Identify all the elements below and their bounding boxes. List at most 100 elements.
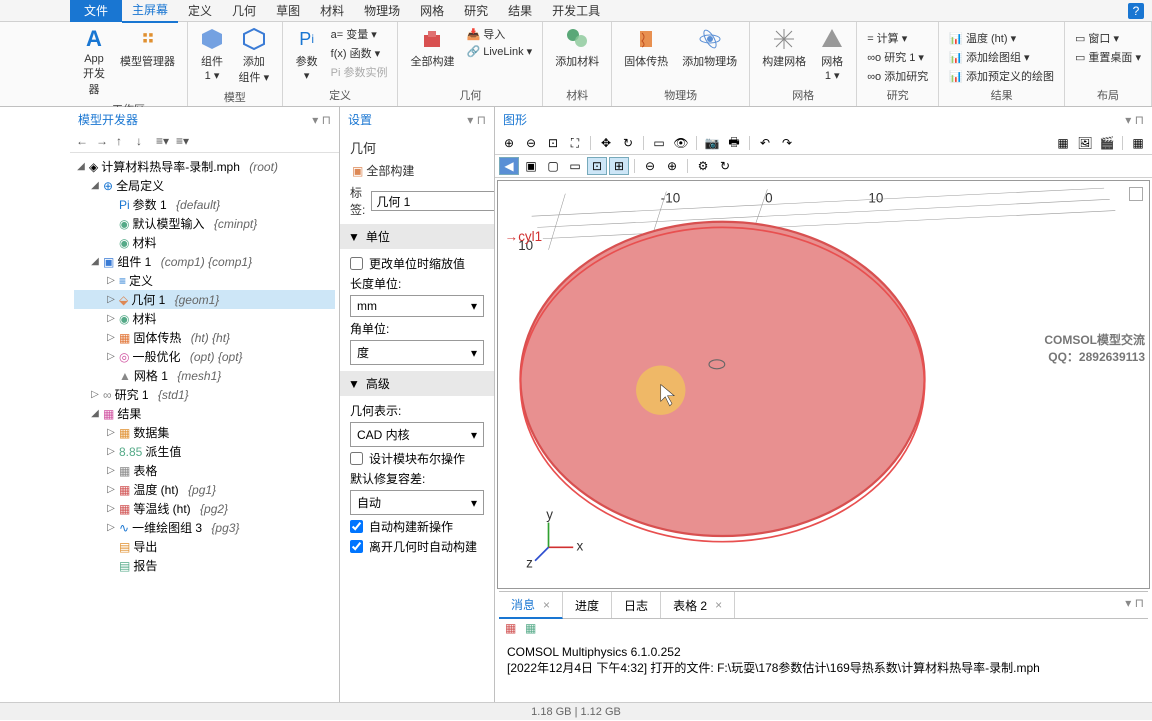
funcs-btn[interactable]: f(x) 函数 ▾	[329, 44, 390, 62]
undo-icon[interactable]: ↶	[755, 134, 775, 152]
component-btn[interactable]: 组件 1 ▾	[196, 25, 228, 84]
tab-progress[interactable]: 进度	[563, 592, 612, 618]
maximize-icon[interactable]	[1129, 187, 1143, 201]
zoom-box-icon[interactable]: ⊡	[543, 134, 563, 152]
tab-messages[interactable]: 消息×	[499, 592, 563, 619]
add-predef-btn[interactable]: 📊 添加预定义的绘图	[947, 67, 1056, 85]
params-btn[interactable]: Pi参数 ▾	[291, 25, 323, 84]
menu-study[interactable]: 研究	[454, 0, 498, 22]
add-study-btn[interactable]: ∞o 添加研究	[865, 67, 930, 85]
label-input[interactable]	[371, 191, 494, 211]
geom-node[interactable]: ▷⬙ 几何 1 {geom1}	[74, 290, 335, 309]
pan-icon[interactable]: ✥	[596, 134, 616, 152]
build-all-btn[interactable]: 全部构建	[406, 25, 458, 71]
svg-text:cyl1: cyl1	[518, 229, 542, 244]
clip-icon[interactable]: ▦	[1053, 134, 1073, 152]
app-builder-btn[interactable]: AApp 开发器	[78, 25, 110, 99]
down-icon[interactable]: ↓	[136, 134, 152, 150]
deriv-icon: 8.85	[119, 445, 142, 459]
close-icon[interactable]: ×	[543, 598, 550, 612]
build-all-link[interactable]: ▣ 全部构建	[350, 161, 484, 180]
heat-icon: ▦	[119, 331, 130, 345]
select-icon[interactable]: ▭	[649, 134, 669, 152]
livelink-btn[interactable]: 🔗 LiveLink ▾	[464, 44, 534, 59]
close-icon[interactable]: ×	[715, 598, 722, 612]
sel-pt-icon[interactable]: ⊡	[587, 157, 607, 175]
reset-icon[interactable]: ↻	[715, 157, 735, 175]
study1-btn[interactable]: ∞o 研究 1 ▾	[865, 48, 930, 66]
temp-plot-btn[interactable]: 📊 温度 (ht) ▾	[947, 29, 1056, 47]
menu-home[interactable]: 主屏幕	[122, 0, 178, 23]
clear-icon[interactable]: ▦	[525, 621, 541, 637]
import-btn[interactable]: 📥 导入	[464, 25, 534, 43]
redo-icon[interactable]: ↷	[777, 134, 797, 152]
menu-def[interactable]: 定义	[178, 0, 222, 22]
add-material-btn[interactable]: 添加材料	[551, 25, 603, 71]
mesh1-btn[interactable]: 网格 1 ▾	[816, 25, 848, 84]
tab-table2[interactable]: 表格 2×	[661, 592, 735, 618]
auto-new-checkbox[interactable]	[350, 520, 363, 533]
more-icon[interactable]: ▦	[1128, 134, 1148, 152]
back-icon[interactable]: ←	[76, 134, 92, 150]
group-results: 结果	[947, 85, 1056, 103]
menu-sketch[interactable]: 草图	[266, 0, 310, 22]
image-icon[interactable]: 🖼	[1075, 134, 1095, 152]
msg-icon[interactable]: ▦	[505, 621, 521, 637]
heat-transfer-btn[interactable]: 固体传热	[620, 25, 672, 71]
print-icon[interactable]: 🖶	[724, 134, 744, 152]
zoom-icon[interactable]: ⊕	[499, 134, 519, 152]
play-icon[interactable]: ◀	[499, 157, 519, 175]
main-area: 模型开发器▾ ⊓ ← → ↑ ↓ ≡▾ ≡▾ ◢◈ 计算材料热导率-录制.mph…	[0, 107, 1152, 702]
sel-bnd-icon[interactable]: ▢	[543, 157, 563, 175]
repair-select[interactable]: 自动▾	[350, 490, 484, 515]
settings-icon[interactable]: ⚙	[693, 157, 713, 175]
len-select[interactable]: mm▾	[350, 295, 484, 317]
model-tree[interactable]: ◢◈ 计算材料热导率-录制.mph (root) ◢⊕ 全局定义 Pi 参数 1…	[70, 153, 339, 702]
geom-icon: ⬙	[119, 293, 128, 307]
vars-btn[interactable]: a= 变量 ▾	[329, 25, 390, 43]
sel-dom-icon[interactable]: ▣	[521, 157, 541, 175]
anim-icon[interactable]: 🎬	[1097, 134, 1117, 152]
add-component-btn[interactable]: 添加组件 ▾	[234, 25, 274, 87]
unit-section[interactable]: ▼单位	[340, 224, 494, 249]
ang-select[interactable]: 度▾	[350, 340, 484, 365]
hide-icon[interactable]: ⊖	[640, 157, 660, 175]
file-menu[interactable]: 文件	[70, 0, 122, 22]
menu-geom[interactable]: 几何	[222, 0, 266, 22]
reset-desktop-btn[interactable]: ▭ 重置桌面 ▾	[1073, 48, 1143, 66]
menu-phys[interactable]: 物理场	[354, 0, 410, 22]
param-inst-btn[interactable]: Pi 参数实例	[329, 63, 390, 81]
fwd-icon[interactable]: →	[96, 134, 112, 150]
show-icon[interactable]: ⊕	[662, 157, 682, 175]
graphics-canvas[interactable]: -10 0 10 10 → cyl1	[497, 180, 1150, 589]
menu-dev[interactable]: 开发工具	[542, 0, 610, 22]
rotate-icon[interactable]: ↻	[618, 134, 638, 152]
add-plot-btn[interactable]: 📊 添加绘图组 ▾	[947, 48, 1056, 66]
zoom-fit-icon[interactable]: ⛶	[565, 134, 585, 152]
window-btn[interactable]: ▭ 窗口 ▾	[1073, 29, 1143, 47]
camera-icon[interactable]: 📷	[702, 134, 722, 152]
view-icon[interactable]: 👁	[671, 134, 691, 152]
sel-edge-icon[interactable]: ▭	[565, 157, 585, 175]
menu-results[interactable]: 结果	[498, 0, 542, 22]
zoom-out-icon[interactable]: ⊖	[521, 134, 541, 152]
globe-icon: ⊕	[103, 179, 113, 193]
tab-log[interactable]: 日志	[612, 592, 661, 618]
show-icon[interactable]: ≡▾	[176, 134, 192, 150]
up-icon[interactable]: ↑	[116, 134, 132, 150]
menu-mat[interactable]: 材料	[310, 0, 354, 22]
model-manager-btn[interactable]: 模型管理器	[116, 25, 179, 71]
help-icon[interactable]: ?	[1128, 3, 1144, 19]
compute-btn[interactable]: = 计算 ▾	[865, 29, 930, 47]
menu-mesh[interactable]: 网格	[410, 0, 454, 22]
graphics-title: 图形	[503, 111, 527, 128]
sel-all-icon[interactable]: ⊞	[609, 157, 629, 175]
auto-leave-checkbox[interactable]	[350, 540, 363, 553]
build-mesh-btn[interactable]: 构建网格	[758, 25, 810, 71]
add-physics-btn[interactable]: 添加物理场	[678, 25, 741, 71]
scale-checkbox[interactable]	[350, 257, 363, 270]
collapse-icon[interactable]: ≡▾	[156, 134, 172, 150]
bool-checkbox[interactable]	[350, 452, 363, 465]
adv-section[interactable]: ▼高级	[340, 371, 494, 396]
geom-repr-select[interactable]: CAD 内核▾	[350, 422, 484, 447]
